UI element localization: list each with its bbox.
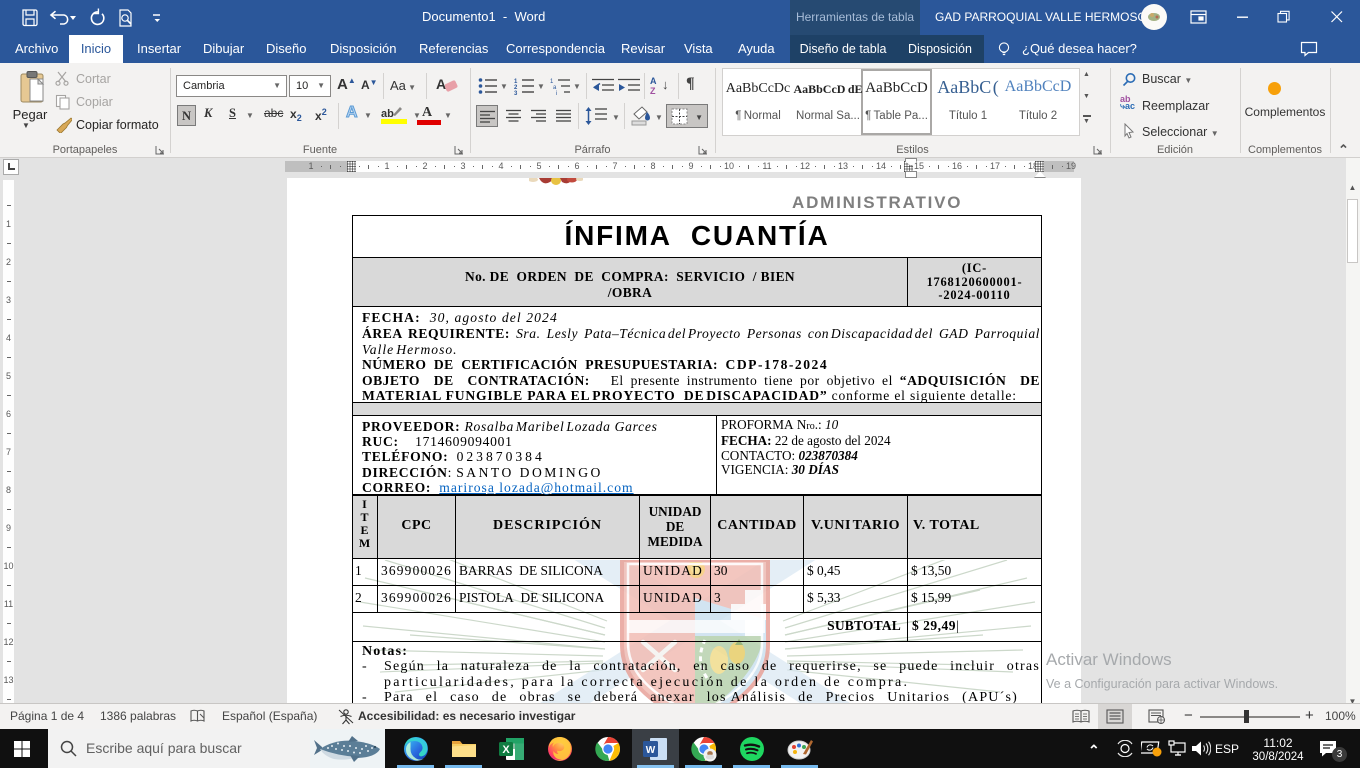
svg-text:X: X: [502, 744, 510, 756]
svg-text:i: i: [556, 91, 557, 95]
svg-text:W: W: [646, 745, 656, 756]
svg-text:3: 3: [514, 91, 518, 95]
